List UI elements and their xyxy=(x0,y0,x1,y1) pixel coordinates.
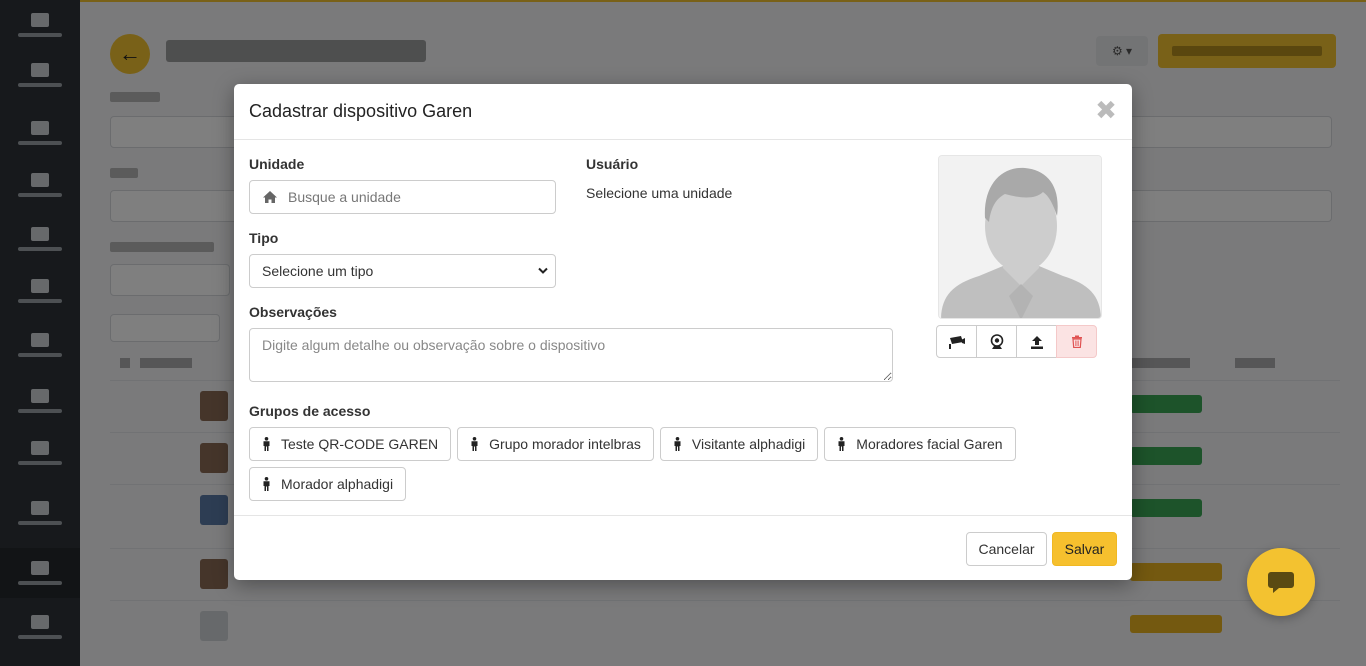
person-icon xyxy=(263,477,270,491)
access-group-chip[interactable]: Teste QR-CODE GAREN xyxy=(249,427,452,461)
device-photo-placeholder xyxy=(938,155,1102,319)
chat-bubble-icon xyxy=(1268,572,1294,593)
user-label: Usuário xyxy=(586,156,639,172)
access-group-chip[interactable]: Moradores facial Garen xyxy=(824,427,1016,461)
person-icon xyxy=(838,437,845,451)
webcam-button[interactable] xyxy=(976,325,1017,358)
register-device-modal: Cadastrar dispositivo Garen ✖ Unidade Us… xyxy=(234,84,1132,580)
photo-action-buttons xyxy=(936,325,1097,358)
observations-textarea[interactable] xyxy=(249,328,893,382)
modal-footer: Cancelar Salvar xyxy=(234,515,1132,580)
person-icon xyxy=(471,437,478,451)
camera-button[interactable] xyxy=(936,325,977,358)
access-groups-label: Grupos de acesso xyxy=(249,403,371,419)
modal-title: Cadastrar dispositivo Garen xyxy=(249,101,473,121)
access-group-chip[interactable]: Grupo morador intelbras xyxy=(457,427,654,461)
user-value: Selecione uma unidade xyxy=(586,185,733,201)
access-group-label: Morador alphadigi xyxy=(281,476,394,492)
trash-icon xyxy=(1071,335,1082,348)
chat-button[interactable] xyxy=(1247,548,1315,616)
access-group-label: Teste QR-CODE GAREN xyxy=(281,436,439,452)
person-icon xyxy=(263,437,270,451)
home-icon xyxy=(263,191,277,203)
person-icon xyxy=(674,437,681,451)
upload-button[interactable] xyxy=(1016,325,1057,358)
access-group-chip[interactable]: Morador alphadigi xyxy=(249,467,407,501)
access-group-label: Moradores facial Garen xyxy=(856,436,1003,452)
type-label: Tipo xyxy=(249,230,279,246)
observations-label: Observações xyxy=(249,304,337,320)
close-icon[interactable]: ✖ xyxy=(1094,96,1118,124)
access-group-chip[interactable]: Visitante alphadigi xyxy=(659,427,819,461)
access-groups-list: Teste QR-CODE GAREN Grupo morador intelb… xyxy=(249,427,1049,501)
access-group-label: Grupo morador intelbras xyxy=(489,436,641,452)
avatar-placeholder-icon xyxy=(939,156,1101,318)
access-group-label: Visitante alphadigi xyxy=(691,436,806,452)
unit-label: Unidade xyxy=(249,156,305,172)
cancel-button[interactable]: Cancelar xyxy=(966,532,1047,566)
modal-header: Cadastrar dispositivo Garen ✖ xyxy=(234,84,1132,140)
delete-photo-button[interactable] xyxy=(1056,325,1097,358)
camera-icon xyxy=(948,335,965,349)
unit-search-field[interactable] xyxy=(249,180,556,214)
upload-icon xyxy=(1030,335,1043,349)
save-button[interactable]: Salvar xyxy=(1052,532,1117,566)
type-select[interactable]: Selecione um tipo xyxy=(249,254,556,288)
webcam-icon xyxy=(990,333,1003,349)
unit-search-input[interactable] xyxy=(284,182,550,212)
